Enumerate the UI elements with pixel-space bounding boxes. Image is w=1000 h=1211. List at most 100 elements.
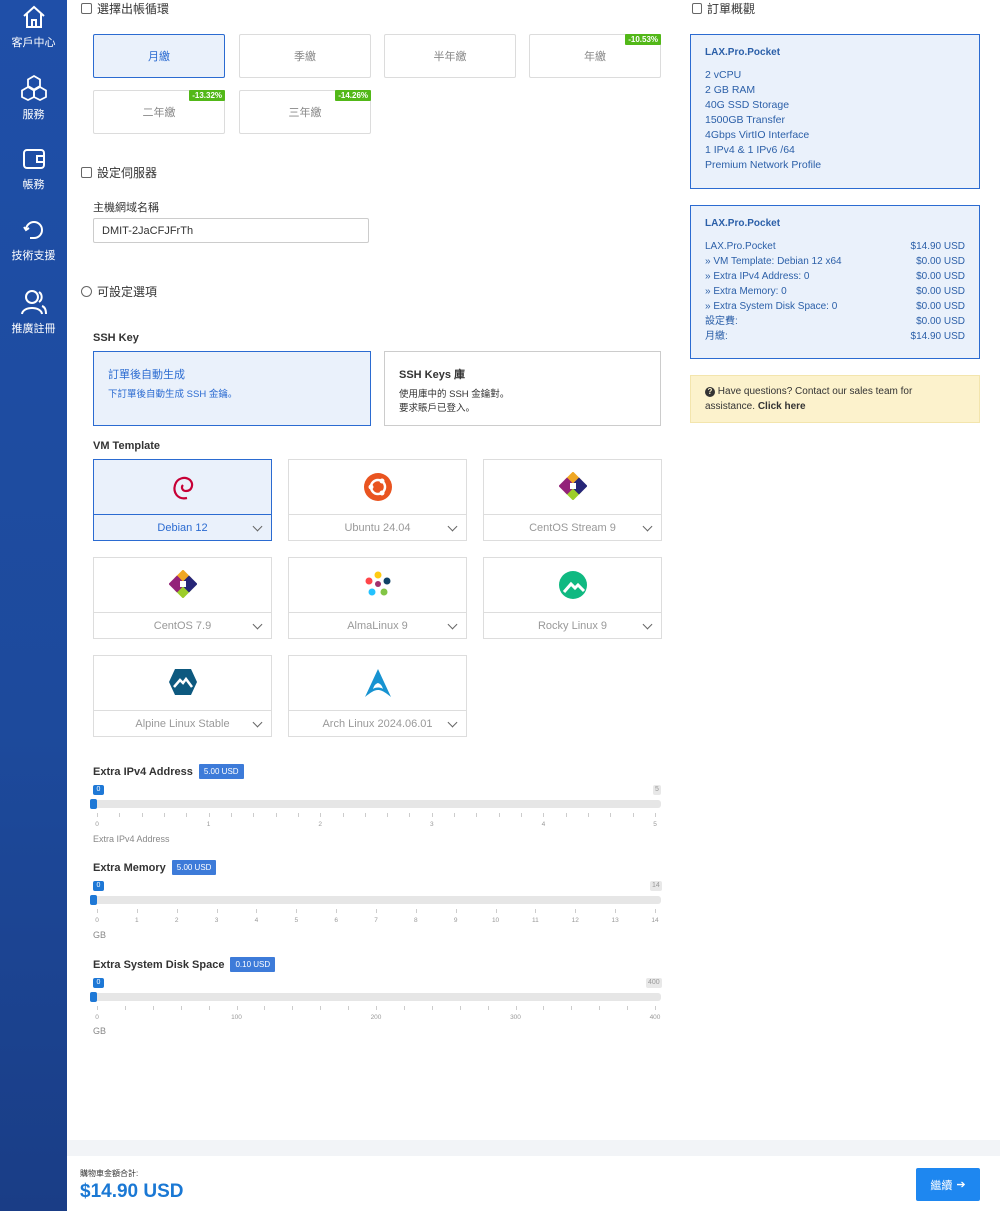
cycle-option-semiannual[interactable]: 半年繳 [384, 34, 516, 78]
slider-tick-label: 5 [294, 917, 299, 924]
summary-row: » Extra IPv4 Address: 0 $0.00 USD [705, 271, 965, 282]
ssh-option-key-library[interactable]: SSH Keys 庫 使用庫中的 SSH 金鑰對。 要求賬戶已登入。 [384, 351, 661, 426]
slider-tick-label: 5 [653, 821, 657, 828]
ubuntu-logo-icon [363, 473, 392, 501]
slider-tick-label: 300 [510, 1014, 521, 1021]
slider-tick-mark [455, 909, 457, 913]
vm-template-almalinux[interactable]: AlmaLinux 9 [288, 557, 467, 639]
sidebar-item-billing[interactable]: 帳務 [0, 146, 67, 192]
slider-tick-mark [141, 813, 143, 817]
ssh-option-auto-generate[interactable]: 訂單後自動生成 下訂單後自動生成 SSH 金鑰。 [93, 351, 371, 426]
slider-value-tooltip: 0 [93, 881, 104, 891]
slider-max-tooltip: 400 [646, 978, 662, 988]
cycle-option-monthly[interactable]: 月繳 [93, 34, 225, 78]
slider-tick-mark [655, 1006, 656, 1010]
vm-template-alpine[interactable]: Alpine Linux Stable [93, 655, 272, 737]
slider-tick-label: 400 [649, 1014, 661, 1021]
slider-unit-label: GB [93, 930, 107, 940]
discount-badge: -13.32% [189, 90, 225, 101]
slider-handle[interactable] [90, 895, 97, 905]
slider-tick-mark [575, 909, 577, 913]
vm-template-ubuntu[interactable]: Ubuntu 24.04 [288, 459, 467, 541]
cycle-option-quarterly[interactable]: 季繳 [239, 34, 371, 78]
slider-tick-mark [253, 813, 255, 817]
sidebar-item-support[interactable]: 技術支援 [0, 217, 67, 263]
slider-tick-mark [264, 1006, 266, 1010]
slider-tick-mark [186, 813, 188, 817]
slider-tick-mark [275, 813, 277, 817]
server-icon [81, 167, 92, 178]
cart-total-value: $14.90 USD [80, 1181, 184, 1202]
slider-tick-mark [498, 813, 500, 817]
slider-handle[interactable] [90, 992, 97, 1002]
sidebar-item-services[interactable]: 服務 [0, 74, 67, 122]
slider-tick-mark [610, 813, 612, 817]
slider-unit-label: Extra IPv4 Address [93, 834, 170, 844]
slider-tick-mark [163, 813, 165, 817]
extra-disk-slider[interactable] [90, 992, 661, 1002]
question-circle-icon: ? [705, 387, 715, 397]
slider-tick-mark [431, 813, 433, 817]
sidebar-item-client-center[interactable]: 客戶中心 [0, 4, 67, 50]
slider-handle[interactable] [90, 799, 97, 809]
sidebar-item-affiliates[interactable]: 推廣註冊 [0, 288, 67, 336]
vm-template-centos-7[interactable]: CentOS 7.9 [93, 557, 272, 639]
slider-value-tooltip: 0 [93, 785, 104, 795]
hostname-input[interactable] [93, 218, 369, 243]
vm-template-centos-stream[interactable]: CentOS Stream 9 [483, 459, 662, 541]
summary-row: 設定費: $0.00 USD [705, 316, 965, 327]
sidebar-item-label: 客戶中心 [11, 37, 56, 49]
slider-tick-mark [119, 813, 121, 817]
chevron-down-icon [447, 717, 458, 728]
vm-template-rocky[interactable]: Rocky Linux 9 [483, 557, 662, 639]
extra-memory-slider[interactable] [90, 895, 661, 905]
slider-tick-mark [292, 1006, 294, 1010]
centos-logo-icon [558, 472, 587, 500]
slider-tick-label: 7 [374, 917, 378, 924]
main-content: 選擇出帳循環 月繳 季繳 半年繳 年繳 -10.53% 二年繳 -13.32% 三年… [67, 0, 1000, 1211]
slider-max-tooltip: 14 [650, 881, 662, 891]
arrow-right-icon: ➔ [956, 1179, 966, 1191]
slider-tick-mark [515, 1006, 517, 1010]
slider-tick-label: 4 [541, 821, 546, 828]
cycle-option-triennial[interactable]: 三年繳 -14.26% [239, 90, 371, 134]
slider-tick-label: 3 [214, 917, 219, 924]
slider-tick-label: 200 [370, 1014, 382, 1021]
almalinux-logo-icon [365, 571, 390, 596]
price-badge: 5.00 USD [198, 764, 244, 779]
slider-tick-mark [376, 909, 377, 913]
slider-tick-label: 8 [414, 917, 418, 924]
contact-sales-link[interactable]: Click here [758, 401, 806, 412]
rocky-logo-icon [558, 571, 587, 599]
cycle-option-biennial[interactable]: 二年繳 -13.32% [93, 90, 225, 134]
chevron-down-icon [252, 619, 263, 630]
continue-button[interactable]: 繼續 ➔ [916, 1168, 980, 1201]
chevron-down-icon [447, 521, 458, 532]
slider-unit-label: GB [93, 1026, 107, 1036]
summary-row: » Extra Memory: 0 $0.00 USD [705, 286, 965, 297]
vm-template-debian[interactable]: Debian 12 [93, 459, 272, 541]
slider-tick-mark [387, 813, 389, 817]
slider-tick-mark [320, 1006, 322, 1010]
slider-tick-mark [208, 813, 210, 817]
slider-max-tooltip: 5 [653, 785, 661, 795]
extra-ipv4-slider[interactable] [90, 799, 661, 809]
slider-tick-mark [296, 909, 298, 913]
centos-logo-icon [168, 570, 197, 598]
slider-tick-mark [521, 813, 523, 817]
arch-logo-icon [364, 669, 391, 697]
cart-footer: 購物車金額合計: $14.90 USD 繼續 ➔ [67, 1140, 1000, 1211]
support-icon [22, 221, 43, 239]
product-name: LAX.Pro.Pocket [705, 218, 781, 229]
slider-tick-mark [236, 1006, 238, 1010]
slider-tick-label: 10 [491, 917, 500, 924]
slider-tick-label: 0 [95, 821, 99, 828]
slider-tick-mark [97, 909, 98, 913]
slider-tick-label: 9 [453, 917, 458, 924]
spec-line: 2 vCPU [705, 69, 742, 81]
slider-tick-label: 100 [231, 1014, 242, 1021]
debian-logo-icon [172, 476, 193, 500]
vm-template-arch[interactable]: Arch Linux 2024.06.01 [288, 655, 467, 737]
product-name: LAX.Pro.Pocket [705, 47, 781, 58]
cycle-option-annual[interactable]: 年繳 -10.53% [529, 34, 661, 78]
